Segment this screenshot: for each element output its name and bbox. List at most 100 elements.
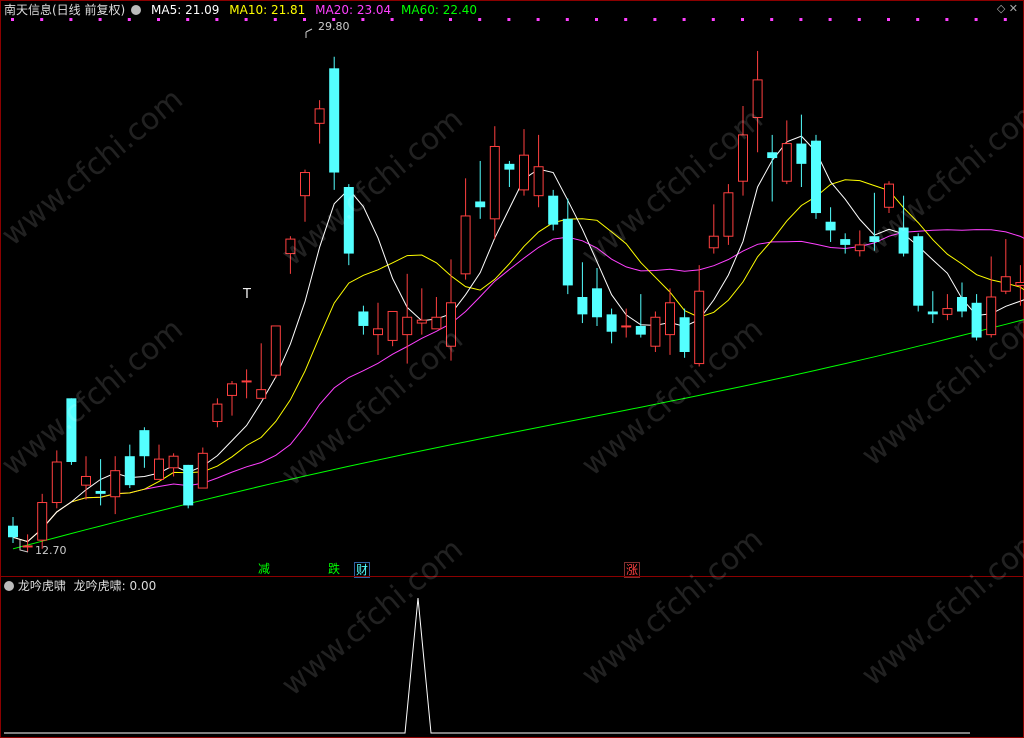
candle-body-up xyxy=(533,166,544,197)
candle-body-up xyxy=(1015,282,1024,286)
top-dot-marker xyxy=(419,18,423,21)
sub-indicator-header: 龙吟虎啸 龙吟虎啸: 0.00 xyxy=(0,577,1024,595)
candle-body-down xyxy=(767,152,778,159)
top-dot-marker xyxy=(653,18,657,21)
candle-body-up xyxy=(81,475,91,486)
candle-body-up xyxy=(519,154,529,191)
high-leader xyxy=(305,28,313,38)
signal-marker: 跌 xyxy=(328,562,341,576)
candle-body-down xyxy=(869,236,880,242)
top-dot-marker xyxy=(507,18,511,21)
top-dot-marker xyxy=(624,18,628,21)
candle-body-down xyxy=(592,288,602,318)
sub-indicator-name[interactable]: 龙吟虎啸 xyxy=(18,579,66,593)
top-dot-marker xyxy=(361,18,365,21)
top-dot-marker xyxy=(682,18,686,21)
candle-body-up xyxy=(723,192,734,237)
top-dot-marker xyxy=(215,18,219,21)
top-dot-marker xyxy=(1003,18,1007,21)
sub-menu-icon[interactable] xyxy=(4,581,14,591)
candle-body-down xyxy=(957,297,967,312)
candle-body-down xyxy=(124,456,135,486)
candle-body-up xyxy=(373,328,383,336)
candle-body-up xyxy=(416,319,427,324)
candle-body-up xyxy=(168,455,179,469)
candle-body-up xyxy=(154,458,164,480)
ma5-line xyxy=(12,135,1024,543)
candle-body-up xyxy=(314,108,325,124)
candle-body-up xyxy=(489,145,500,220)
candle-body-up xyxy=(300,172,310,197)
candle-body-up xyxy=(650,316,661,347)
candle-body-down xyxy=(811,140,821,214)
candle-body-up xyxy=(752,79,763,119)
top-dot-marker xyxy=(127,18,131,21)
top-dot-marker xyxy=(945,18,949,21)
candle-body-down xyxy=(840,239,851,245)
candle-body-down xyxy=(635,325,646,335)
candle-body-up xyxy=(460,215,471,275)
top-dot-marker xyxy=(244,18,248,21)
top-dot-marker xyxy=(449,18,452,21)
top-dot-marker xyxy=(273,18,277,21)
candle-body-down xyxy=(548,195,559,225)
top-dot-marker xyxy=(69,18,73,21)
candle-body-down xyxy=(183,464,194,506)
candle-body-up xyxy=(621,325,632,328)
top-dot-marker xyxy=(799,18,803,21)
top-dot-marker xyxy=(595,18,598,21)
candle-body-up xyxy=(270,325,281,376)
ma60-line xyxy=(12,319,1024,550)
candle-body-down xyxy=(606,314,617,332)
top-dot-marker xyxy=(157,18,160,21)
candle-body-down xyxy=(8,525,18,538)
candle-body-up xyxy=(708,235,719,249)
top-dot-marker xyxy=(711,18,715,21)
candle-body-up xyxy=(884,183,894,208)
candle-body-down xyxy=(329,68,340,173)
candle-body-up xyxy=(694,290,705,365)
indicator-line xyxy=(4,597,970,734)
top-dot-marker xyxy=(741,18,744,21)
top-dot-marker xyxy=(770,18,774,21)
candle-body-up xyxy=(446,302,456,347)
candle-body-up xyxy=(212,403,223,422)
top-dot-marker xyxy=(11,18,14,21)
top-dot-marker xyxy=(390,18,394,21)
candle-body-down xyxy=(898,227,909,254)
signal-marker: 减 xyxy=(258,562,271,576)
candle-body-down xyxy=(913,236,924,306)
top-dot-marker xyxy=(857,18,861,21)
candle-body-up xyxy=(1000,276,1011,292)
candlestick-chart[interactable] xyxy=(0,0,1024,738)
top-dot-marker xyxy=(828,18,832,21)
candle-body-down xyxy=(825,221,836,231)
top-dot-marker xyxy=(974,18,978,21)
top-dot-marker xyxy=(887,18,890,21)
candle-body-up xyxy=(22,545,33,548)
candle-body-down xyxy=(679,317,690,352)
candle-body-up xyxy=(738,134,748,182)
candle-body-down xyxy=(927,311,938,315)
candle-body-up xyxy=(110,470,121,498)
candle-body-up xyxy=(986,296,997,336)
candle-body-down xyxy=(504,163,515,170)
candle-body-down xyxy=(66,398,77,462)
candle-body-down xyxy=(358,311,369,326)
candle-body-up xyxy=(431,316,442,330)
candle-body-down xyxy=(796,143,807,164)
candle-body-down xyxy=(139,430,150,457)
candle-body-up xyxy=(241,380,252,383)
candle-body-down xyxy=(343,187,354,254)
candle-body-up xyxy=(402,316,413,336)
candle-body-down xyxy=(577,297,588,315)
candle-body-up xyxy=(37,502,48,541)
top-dot-marker xyxy=(916,18,920,21)
candle-body-up xyxy=(781,143,792,182)
candle-body-up xyxy=(256,389,267,399)
candle-body-up xyxy=(227,383,237,396)
candle-body-up xyxy=(285,238,296,255)
sub-indicator-value: 龙吟虎啸: 0.00 xyxy=(73,579,157,593)
high-price-label: 29.80 xyxy=(318,20,350,33)
top-dot-marker xyxy=(565,18,569,21)
